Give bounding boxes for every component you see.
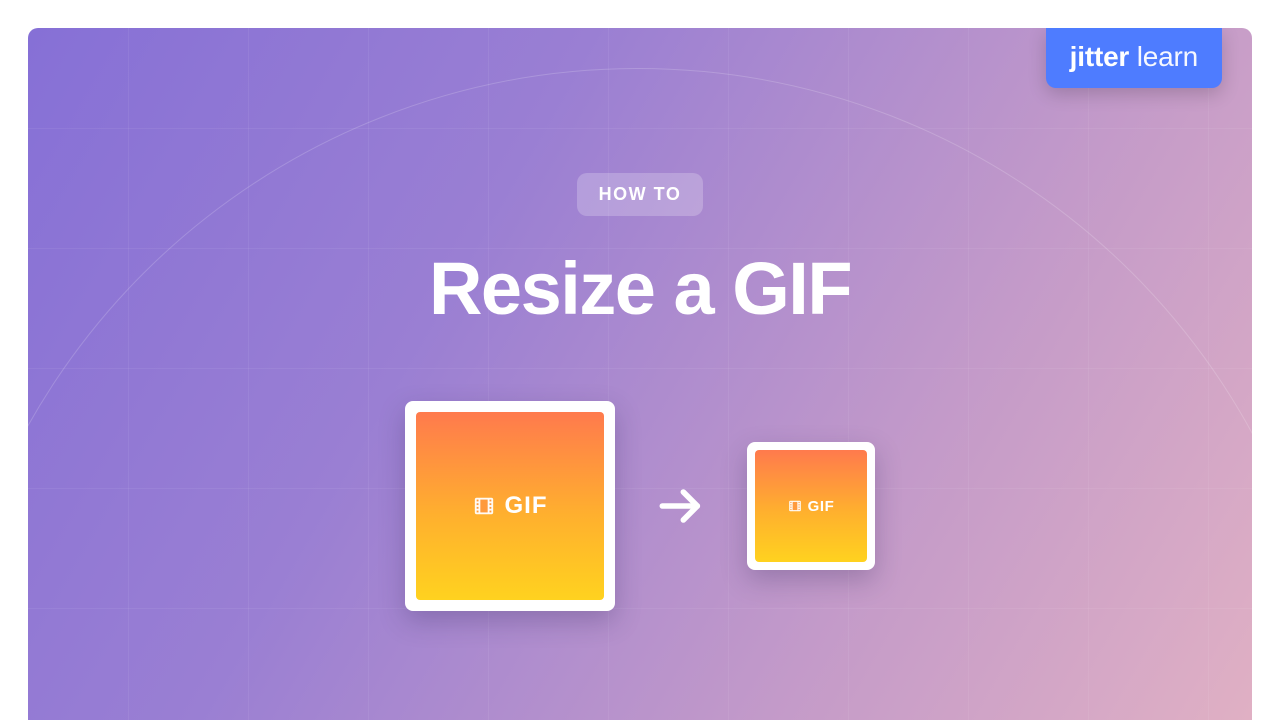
arrow-right-icon: [653, 478, 709, 534]
gif-card-small: GIF: [747, 442, 875, 570]
hero-canvas: jitter learn HOW TO Resize a GIF: [28, 28, 1252, 720]
page-title: Resize a GIF: [429, 246, 851, 331]
film-icon: [788, 499, 802, 513]
gif-card-large: GIF: [405, 401, 615, 611]
resize-illustration: GIF: [405, 401, 875, 611]
gif-card-small-inner: GIF: [755, 450, 867, 562]
film-icon: [473, 495, 495, 517]
content-area: HOW TO Resize a GIF: [28, 28, 1252, 720]
gif-label-small: GIF: [808, 498, 835, 515]
gif-label-large: GIF: [505, 492, 548, 520]
category-pill: HOW TO: [577, 173, 704, 216]
gif-card-large-inner: GIF: [416, 412, 604, 600]
